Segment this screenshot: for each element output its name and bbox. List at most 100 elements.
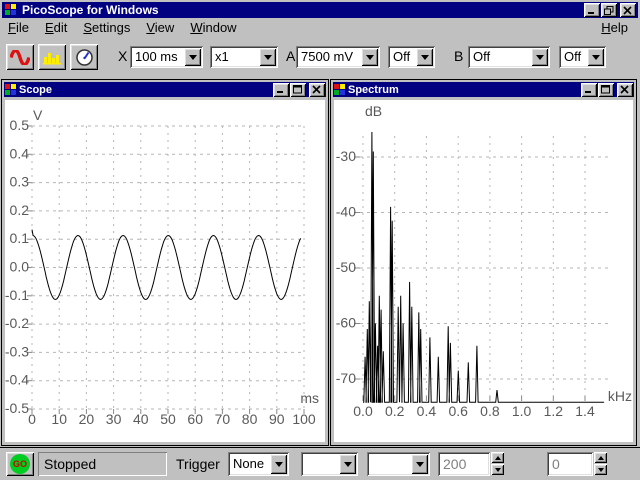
- svg-text:80: 80: [242, 411, 258, 427]
- spectrum-window-icon: [334, 84, 345, 95]
- scope-view-button[interactable]: [6, 44, 34, 70]
- svg-text:20: 20: [79, 411, 95, 427]
- spectrum-window-title: Spectrum: [348, 84, 399, 96]
- svg-text:0.5: 0.5: [10, 117, 30, 133]
- svg-text:kHz: kHz: [608, 388, 632, 404]
- spin-down-button[interactable]: [491, 464, 504, 475]
- maximize-icon: [601, 85, 611, 94]
- trigger-direction-select[interactable]: [367, 452, 430, 476]
- arrow-up-icon: [598, 456, 604, 460]
- scope-window-titlebar: Scope: [4, 82, 326, 97]
- trigger-mode-select[interactable]: None: [228, 452, 289, 476]
- status-field: Stopped: [38, 452, 167, 476]
- svg-text:0: 0: [28, 411, 36, 427]
- meter-view-button[interactable]: [70, 44, 98, 70]
- menu-item-view[interactable]: View: [138, 19, 182, 36]
- trigger-threshold-field[interactable]: 200: [438, 452, 490, 476]
- svg-text:1.0: 1.0: [512, 403, 532, 419]
- menu-item-file[interactable]: File: [0, 19, 37, 36]
- minimize-button[interactable]: [584, 3, 600, 17]
- maximize-button[interactable]: [598, 83, 614, 97]
- scope-trace: [32, 230, 301, 300]
- channel-b-range-select[interactable]: Off: [468, 46, 550, 68]
- svg-text:0.8: 0.8: [480, 403, 500, 419]
- dropdown-arrow-icon[interactable]: [587, 48, 604, 66]
- channel-a-range-select[interactable]: 7500 mV: [296, 46, 380, 68]
- channel-a-label: A: [286, 48, 295, 64]
- dropdown-arrow-icon[interactable]: [411, 454, 428, 474]
- trigger-label: Trigger: [176, 456, 220, 472]
- close-button[interactable]: [309, 83, 325, 97]
- arrow-down-icon: [495, 468, 501, 472]
- dropdown-arrow-icon[interactable]: [270, 454, 287, 474]
- spin-up-button[interactable]: [594, 452, 607, 463]
- svg-text:-0.2: -0.2: [5, 315, 29, 331]
- svg-text:40: 40: [133, 411, 149, 427]
- svg-text:10: 10: [51, 411, 67, 427]
- go-icon: GO: [10, 454, 30, 474]
- spin-down-button[interactable]: [594, 464, 607, 475]
- spectrum-window-titlebar: Spectrum: [333, 82, 634, 97]
- restore-button[interactable]: [601, 3, 617, 17]
- svg-text:0.2: 0.2: [10, 202, 30, 218]
- spectrum-window: Spectrum -30-40-50-60-700.00.20.40.60.81…: [330, 79, 637, 446]
- dropdown-arrow-icon[interactable]: [361, 48, 378, 66]
- svg-text:-0.5: -0.5: [5, 400, 29, 416]
- dropdown-arrow-icon[interactable]: [339, 454, 356, 474]
- svg-text:-30: -30: [336, 148, 356, 164]
- close-icon: [312, 85, 322, 94]
- scope-window-title: Scope: [19, 84, 52, 96]
- svg-text:70: 70: [215, 411, 231, 427]
- svg-text:1.2: 1.2: [544, 403, 564, 419]
- multiplier-select[interactable]: x1: [210, 46, 278, 68]
- spectrum-chart: -30-40-50-60-700.00.20.40.60.81.01.21.4d…: [334, 100, 633, 442]
- menu-item-help[interactable]: Help: [593, 19, 636, 36]
- dropdown-arrow-icon[interactable]: [416, 48, 433, 66]
- dropdown-arrow-icon[interactable]: [259, 48, 276, 66]
- spin-up-button[interactable]: [491, 452, 504, 463]
- close-button[interactable]: [620, 3, 636, 17]
- maximize-button[interactable]: [290, 83, 306, 97]
- dropdown-arrow-icon[interactable]: [531, 48, 548, 66]
- menu-item-edit[interactable]: Edit: [37, 19, 75, 36]
- close-button[interactable]: [617, 83, 633, 97]
- status-text: Stopped: [44, 456, 96, 472]
- svg-text:0.0: 0.0: [10, 259, 30, 275]
- svg-text:-0.4: -0.4: [5, 372, 29, 388]
- minimize-button[interactable]: [273, 83, 289, 97]
- status-bar: GO Stopped Trigger None 200 0: [0, 447, 640, 480]
- trigger-source-select[interactable]: [301, 452, 358, 476]
- svg-text:60: 60: [187, 411, 203, 427]
- svg-text:-0.1: -0.1: [5, 287, 29, 303]
- restore-icon: [604, 6, 614, 15]
- minimize-icon: [587, 6, 597, 15]
- svg-text:0.6: 0.6: [448, 403, 468, 419]
- minimize-icon: [276, 85, 286, 94]
- channel-b-mode-select[interactable]: Off: [559, 46, 606, 68]
- scope-chart: 0.50.40.30.20.10.0-0.1-0.2-0.3-0.4-0.501…: [5, 100, 325, 442]
- dropdown-arrow-icon[interactable]: [184, 48, 201, 66]
- channel-a-mode-select[interactable]: Off: [388, 46, 435, 68]
- trigger-threshold-value: 200: [443, 456, 466, 472]
- svg-text:0.1: 0.1: [10, 230, 30, 246]
- gauge-icon: [76, 49, 93, 66]
- minimize-button[interactable]: [581, 83, 597, 97]
- close-icon: [623, 6, 633, 15]
- close-icon: [620, 85, 630, 94]
- svg-text:0.3: 0.3: [10, 174, 30, 190]
- timebase-label: X: [118, 48, 127, 64]
- mdi-area: Scope 0.50.40.30.20.10.0-0.1-0.2-0.3-0.4…: [0, 77, 640, 447]
- svg-text:-70: -70: [336, 370, 356, 386]
- sine-wave-icon: [10, 50, 30, 65]
- svg-text:50: 50: [160, 411, 176, 427]
- menu-item-settings[interactable]: Settings: [75, 19, 138, 36]
- spectrum-view-button[interactable]: [38, 44, 66, 70]
- go-button[interactable]: GO: [6, 452, 34, 476]
- channel-b-label: B: [454, 48, 463, 64]
- window-controls: [583, 3, 636, 17]
- trigger-delay-field[interactable]: 0: [547, 452, 593, 476]
- svg-text:-50: -50: [336, 259, 356, 275]
- svg-text:30: 30: [106, 411, 122, 427]
- menu-item-window[interactable]: Window: [182, 19, 244, 36]
- timebase-select[interactable]: 100 ms: [130, 46, 203, 68]
